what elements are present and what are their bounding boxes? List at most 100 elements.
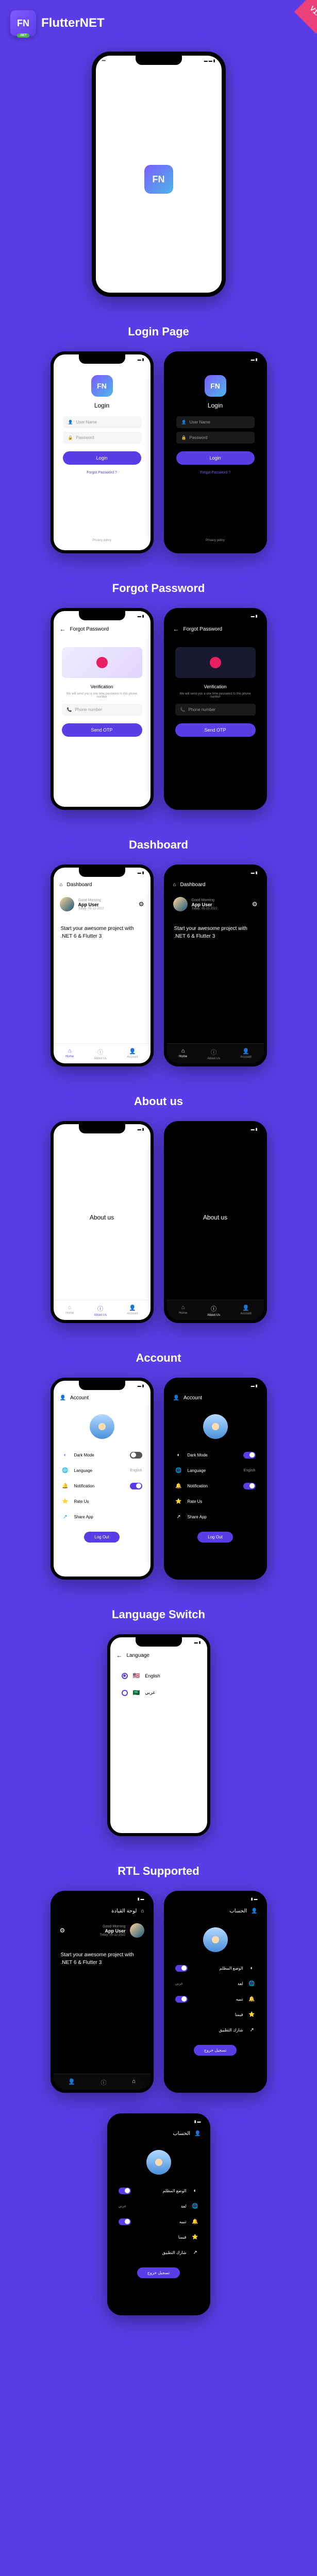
avatar[interactable] <box>203 1927 228 1952</box>
setting-share[interactable]: ↗شارك التطبيق <box>118 2245 200 2260</box>
nav-home[interactable]: ⌂ <box>132 2078 136 2087</box>
nav-about[interactable]: ⓘAbout Us <box>207 1304 220 1317</box>
lang-option-english[interactable]: 🇺🇸English <box>120 1667 198 1684</box>
nav-home[interactable]: ⌂Home <box>65 1304 74 1317</box>
avatar[interactable] <box>173 897 188 911</box>
setting-rate[interactable]: ⭐Rate Us <box>61 1494 143 1509</box>
gear-icon[interactable]: ⚙ <box>60 1927 65 1934</box>
moon-icon: ◐ <box>62 1451 69 1459</box>
nav-account[interactable]: 👤Account <box>240 1048 252 1060</box>
dark-mode-toggle[interactable] <box>175 1965 188 1972</box>
avatar[interactable] <box>146 2150 171 2175</box>
page-title: Dashboard <box>180 882 206 888</box>
username-input[interactable]: 👤User Name <box>63 416 141 428</box>
nav-account[interactable]: 👤Account <box>127 1048 138 1060</box>
logout-button[interactable]: Log Out <box>84 1532 119 1543</box>
setting-language[interactable]: 🌐لغةعربي <box>118 2198 200 2214</box>
share-icon: ↗ <box>175 1513 182 1520</box>
notch <box>79 1894 125 1903</box>
notification-toggle[interactable] <box>130 1483 142 1489</box>
user-icon: 👤 <box>68 2078 75 2085</box>
forgot-link[interactable]: Forgot Password ? <box>200 471 230 474</box>
nav-home[interactable]: ⌂Home <box>65 1048 74 1060</box>
verification-subtitle: We will send you a one time password to … <box>175 692 256 699</box>
nav-account[interactable]: 👤Account <box>240 1304 252 1317</box>
setting-share[interactable]: ↗Share App <box>174 1509 257 1524</box>
back-icon[interactable]: ← <box>173 625 179 633</box>
send-otp-button[interactable]: Send OTP <box>62 723 142 737</box>
phone-placeholder: Phone number <box>75 707 102 712</box>
user-icon: 👤 <box>242 1304 249 1311</box>
notch <box>192 1381 239 1390</box>
bell-icon: 🔔 <box>192 2218 199 2225</box>
language-label: Language <box>74 1468 93 1473</box>
setting-notification[interactable]: 🔔Notification <box>61 1478 143 1494</box>
dark-mode-toggle[interactable] <box>119 2188 131 2194</box>
avatar[interactable] <box>90 1414 114 1439</box>
setting-language[interactable]: 🌐LanguageEnglish <box>61 1463 143 1478</box>
logout-button[interactable]: تسجيل خروج <box>137 2267 180 2278</box>
nav-about[interactable]: ⓘAbout Us <box>94 1304 107 1317</box>
phone-input[interactable]: 📞Phone number <box>62 704 142 716</box>
login-button[interactable]: Login <box>176 451 255 465</box>
page-title: Forgot Password <box>70 626 109 632</box>
nav-account[interactable]: 👤 <box>68 2078 75 2087</box>
phone-input[interactable]: 📞Phone number <box>175 704 256 716</box>
setting-language[interactable]: 🌐LanguageEnglish <box>174 1463 257 1478</box>
setting-notification[interactable]: 🔔Notification <box>174 1478 257 1494</box>
bell-icon: 🔔 <box>62 1482 69 1489</box>
nav-home[interactable]: ⌂Home <box>179 1304 187 1317</box>
lang-option-arabic[interactable]: 🇸🇦عربي <box>120 1684 198 1701</box>
nav-account[interactable]: 👤Account <box>127 1304 138 1317</box>
rate-label: Rate Us <box>74 1499 89 1504</box>
setting-dark-mode[interactable]: ◐الوضع المظلم <box>174 1960 257 1976</box>
dark-mode-toggle[interactable] <box>243 1452 256 1459</box>
gear-icon[interactable]: ⚙ <box>252 901 258 908</box>
back-icon[interactable]: ← <box>116 1652 123 1659</box>
nav-account-label: Account <box>127 1312 138 1315</box>
avatar[interactable] <box>203 1414 228 1439</box>
setting-dark-mode[interactable]: ◐Dark Mode <box>61 1447 143 1463</box>
avatar-wrap <box>174 1414 257 1439</box>
notification-toggle[interactable] <box>119 2218 131 2225</box>
user-icon: 👤 <box>181 420 187 425</box>
page-title: Dashboard <box>67 882 92 888</box>
avatar[interactable] <box>60 897 74 911</box>
setting-rate[interactable]: ⭐Rate Us <box>174 1494 257 1509</box>
home-icon: ⌂ <box>181 1304 185 1311</box>
nav-about[interactable]: ⓘAbout Us <box>207 1048 220 1060</box>
nav-about[interactable]: ⓘ <box>101 2078 107 2087</box>
nav-about-label: About Us <box>94 1314 107 1317</box>
gear-icon[interactable]: ⚙ <box>139 901 144 908</box>
setting-rate[interactable]: ⭐قيمنا <box>174 2007 257 2022</box>
logo-header: FN .NET FlutterNET <box>0 0 317 46</box>
login-button[interactable]: Login <box>63 451 141 465</box>
nav-home[interactable]: ⌂Home <box>179 1048 187 1060</box>
nav-about[interactable]: ⓘAbout Us <box>94 1048 107 1060</box>
phone-rtl-dashboard: ▬ ▮ ⌂لوحة القيادة Good Morning App User … <box>51 1891 154 2093</box>
logout-button[interactable]: تسجيل خروج <box>194 2045 237 2056</box>
setting-share[interactable]: ↗شارك التطبيق <box>174 2022 257 2038</box>
back-icon[interactable]: ← <box>60 625 66 633</box>
username-input[interactable]: 👤User Name <box>176 416 255 428</box>
privacy-link[interactable]: Privacy policy <box>89 536 114 545</box>
notification-toggle[interactable] <box>175 1996 188 2003</box>
notification-toggle[interactable] <box>243 1483 256 1489</box>
info-icon: ⓘ <box>101 2078 107 2087</box>
setting-share[interactable]: ↗Share App <box>61 1509 143 1524</box>
setting-notification[interactable]: 🔔تنبيه <box>118 2214 200 2229</box>
forgot-link[interactable]: Forgot Password ? <box>87 471 117 474</box>
setting-notification[interactable]: 🔔تنبيه <box>174 1991 257 2007</box>
send-otp-button[interactable]: Send OTP <box>175 723 256 737</box>
top-bar: 👤Account <box>54 1391 151 1405</box>
password-input[interactable]: 🔒Password <box>63 432 141 444</box>
setting-dark-mode[interactable]: ◐الوضع المظلم <box>118 2183 200 2198</box>
setting-language[interactable]: 🌐لغةعربي <box>174 1976 257 1991</box>
dark-mode-toggle[interactable] <box>130 1452 142 1459</box>
logout-button[interactable]: Log Out <box>197 1532 232 1543</box>
setting-dark-mode[interactable]: ◐Dark Mode <box>174 1447 257 1463</box>
setting-rate[interactable]: ⭐قيمنا <box>118 2229 200 2245</box>
password-input[interactable]: 🔒Password <box>176 432 255 444</box>
privacy-link[interactable]: Privacy policy <box>203 536 228 545</box>
avatar[interactable] <box>130 1923 144 1938</box>
